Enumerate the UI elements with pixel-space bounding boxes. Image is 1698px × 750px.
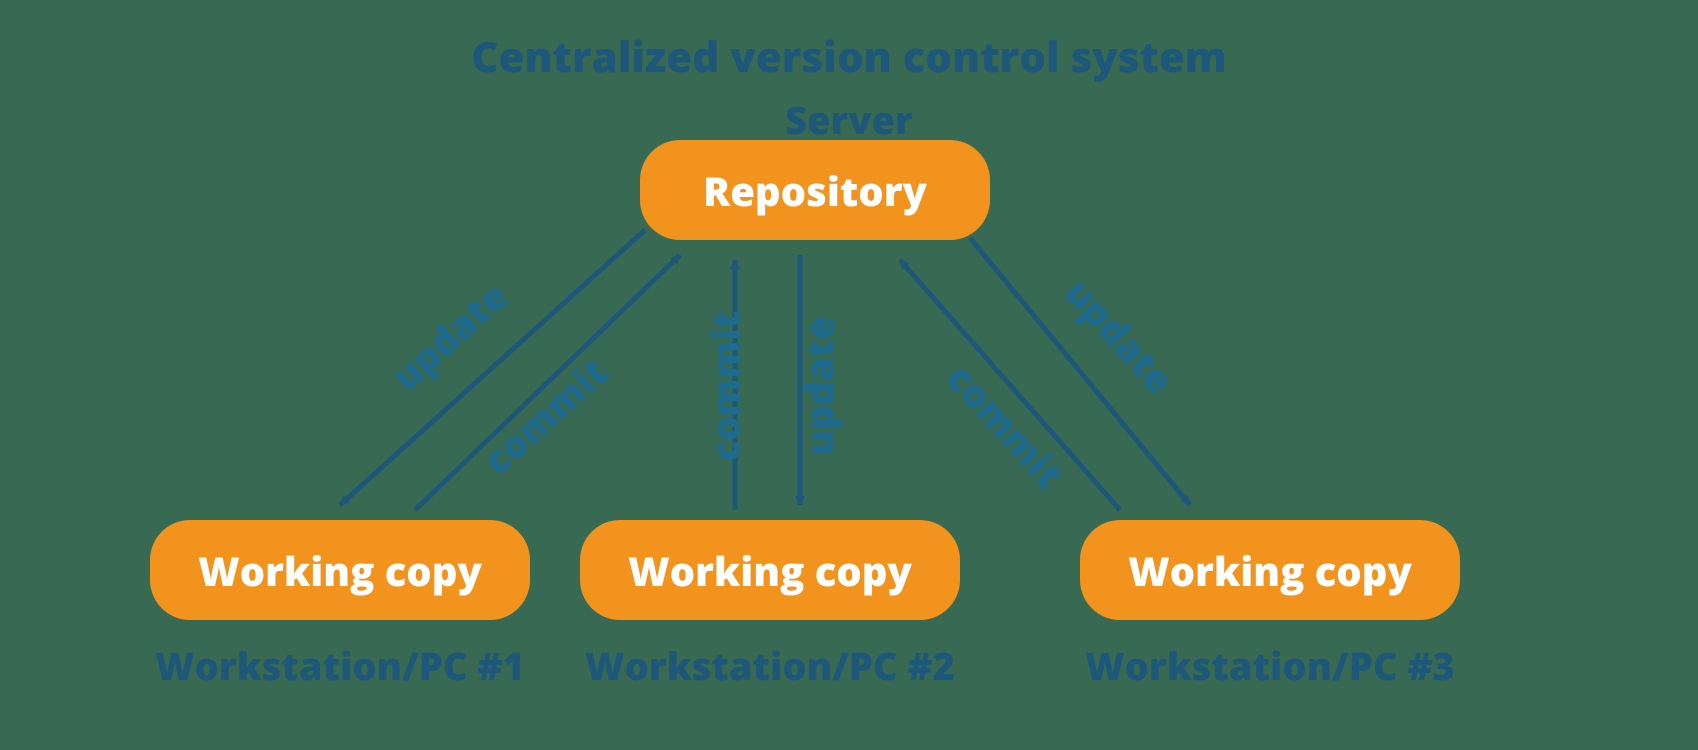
edge-label-commit-1: commit: [472, 346, 619, 485]
edge-label-update-3: update: [1054, 267, 1186, 405]
diagram-title: Centralized version control system: [0, 28, 1698, 85]
working-copy-label-3: Working copy: [1128, 543, 1412, 598]
working-copy-box-2: Working copy: [580, 520, 960, 620]
workstation-caption-3: Workstation/PC #3: [1080, 640, 1460, 692]
working-copy-label-2: Working copy: [628, 543, 912, 598]
working-copy-box-3: Working copy: [1080, 520, 1460, 620]
server-label: Server: [0, 94, 1698, 146]
working-copy-box-1: Working copy: [150, 520, 530, 620]
repository-box-label: Repository: [703, 163, 927, 218]
workstation-caption-2: Workstation/PC #2: [580, 640, 960, 692]
repository-box: Repository: [640, 140, 990, 240]
edge-label-update-2: update: [793, 317, 845, 456]
edge-label-update-1: update: [380, 270, 518, 402]
edge-label-commit-3: commit: [936, 353, 1075, 500]
workstation-caption-1: Workstation/PC #1: [150, 640, 530, 692]
diagram-stage: Centralized version control system Serve…: [0, 0, 1698, 750]
edge-label-commit-2: commit: [699, 311, 751, 462]
working-copy-label-1: Working copy: [198, 543, 482, 598]
